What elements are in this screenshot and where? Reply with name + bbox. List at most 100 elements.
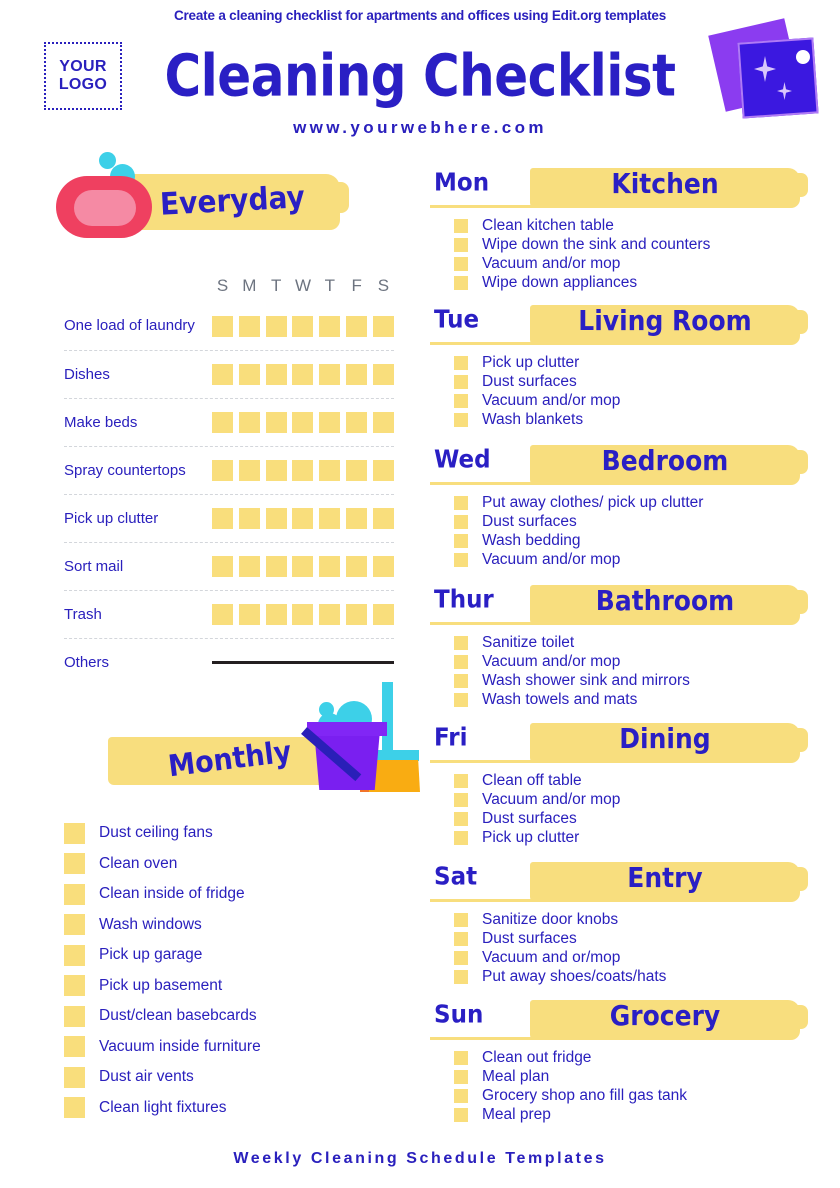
checkbox[interactable]: [265, 364, 287, 385]
checkbox[interactable]: [346, 364, 368, 385]
checkbox[interactable]: [454, 1088, 468, 1103]
logo-placeholder[interactable]: YOUR LOGO: [44, 42, 122, 110]
checkbox[interactable]: [454, 1069, 468, 1084]
checkbox[interactable]: [64, 883, 85, 905]
checkbox[interactable]: [319, 460, 341, 481]
checkbox[interactable]: [454, 355, 468, 370]
checkbox[interactable]: [454, 276, 468, 291]
checkbox[interactable]: [346, 412, 368, 433]
checkbox[interactable]: [238, 556, 260, 577]
checkbox[interactable]: [292, 315, 314, 337]
checkbox[interactable]: [319, 556, 341, 577]
checkbox[interactable]: [64, 822, 85, 844]
checkbox[interactable]: [454, 495, 468, 510]
checkbox[interactable]: [372, 412, 394, 433]
checkbox[interactable]: [265, 460, 287, 481]
checkbox[interactable]: [454, 218, 468, 233]
checkbox[interactable]: [265, 556, 287, 577]
checkbox[interactable]: [454, 950, 468, 965]
checkbox[interactable]: [454, 654, 468, 669]
checkbox[interactable]: [372, 364, 394, 385]
checkbox[interactable]: [372, 508, 394, 529]
checkbox[interactable]: [265, 315, 287, 337]
checkbox[interactable]: [238, 604, 260, 625]
checkbox[interactable]: [265, 508, 287, 529]
checkbox[interactable]: [454, 673, 468, 688]
checkbox[interactable]: [265, 412, 287, 433]
checkbox[interactable]: [346, 556, 368, 577]
checkbox[interactable]: [346, 604, 368, 625]
checkbox[interactable]: [454, 256, 468, 271]
checkbox[interactable]: [212, 460, 233, 481]
checkbox-group: [212, 315, 394, 337]
checkbox[interactable]: [454, 533, 468, 548]
checkbox[interactable]: [319, 508, 341, 529]
checkbox[interactable]: [292, 460, 314, 481]
weekday-task-item: Dust surfaces: [454, 929, 810, 948]
checkbox[interactable]: [454, 970, 468, 985]
checkbox[interactable]: [454, 553, 468, 568]
checkbox[interactable]: [454, 931, 468, 946]
checkbox[interactable]: [319, 315, 341, 337]
checkbox[interactable]: [454, 811, 468, 826]
checkbox[interactable]: [454, 413, 468, 428]
weekday-task-label: Dust surfaces: [482, 372, 577, 390]
checkbox[interactable]: [292, 604, 314, 625]
write-in-line[interactable]: [212, 661, 394, 664]
checkbox[interactable]: [292, 412, 314, 433]
checkbox[interactable]: [64, 1005, 85, 1027]
checkbox[interactable]: [64, 975, 85, 997]
checkbox[interactable]: [454, 374, 468, 389]
checkbox[interactable]: [212, 556, 233, 577]
checkbox[interactable]: [319, 412, 341, 433]
checkbox[interactable]: [238, 315, 260, 337]
checkbox[interactable]: [64, 1066, 85, 1088]
weekday-section-fri: Fri Dining Clean off table Vacuum and/or mo…: [430, 723, 810, 848]
checkbox[interactable]: [292, 556, 314, 577]
checkbox[interactable]: [64, 1097, 85, 1119]
checkbox[interactable]: [212, 412, 233, 433]
mop-handle-icon: [382, 682, 393, 756]
checkbox[interactable]: [212, 604, 233, 625]
checkbox[interactable]: [64, 1036, 85, 1058]
checkbox[interactable]: [454, 912, 468, 927]
checkbox[interactable]: [64, 853, 85, 875]
checkbox[interactable]: [292, 364, 314, 385]
checkbox[interactable]: [319, 604, 341, 625]
checkbox[interactable]: [372, 604, 394, 625]
checkbox[interactable]: [265, 604, 287, 625]
checkbox[interactable]: [454, 1108, 468, 1123]
checkbox[interactable]: [454, 393, 468, 408]
checkbox[interactable]: [292, 508, 314, 529]
checkbox[interactable]: [454, 237, 468, 252]
checkbox[interactable]: [238, 460, 260, 481]
checkbox[interactable]: [454, 693, 468, 708]
checkbox[interactable]: [238, 508, 260, 529]
checkbox[interactable]: [64, 944, 85, 966]
weekday-task-item: Sanitize door knobs: [454, 910, 810, 929]
checkbox[interactable]: [212, 364, 233, 385]
checkbox[interactable]: [372, 460, 394, 481]
checkbox[interactable]: [454, 773, 468, 788]
checkbox[interactable]: [454, 792, 468, 807]
checkbox[interactable]: [454, 1050, 468, 1065]
weekday-task-item: Pick up clutter: [454, 829, 810, 848]
checkbox[interactable]: [238, 364, 260, 385]
checkbox[interactable]: [346, 460, 368, 481]
monthly-list-item: Clean inside of fridge: [64, 879, 404, 910]
checkbox[interactable]: [346, 508, 368, 529]
checkbox[interactable]: [454, 514, 468, 529]
checkbox[interactable]: [372, 315, 394, 337]
weekday-section-sun: Sun Grocery Clean out fridge Meal plan Groce…: [430, 1000, 810, 1125]
checkbox[interactable]: [454, 635, 468, 650]
checkbox[interactable]: [454, 831, 468, 846]
checkbox[interactable]: [319, 364, 341, 385]
weekday-task-list: Sanitize toilet Vacuum and/or mop Wash sho…: [430, 633, 810, 710]
checkbox[interactable]: [64, 914, 85, 936]
decorative-square-front: [737, 37, 819, 119]
checkbox[interactable]: [346, 315, 368, 337]
checkbox[interactable]: [212, 315, 233, 337]
checkbox[interactable]: [212, 508, 233, 529]
checkbox[interactable]: [238, 412, 260, 433]
checkbox[interactable]: [372, 556, 394, 577]
